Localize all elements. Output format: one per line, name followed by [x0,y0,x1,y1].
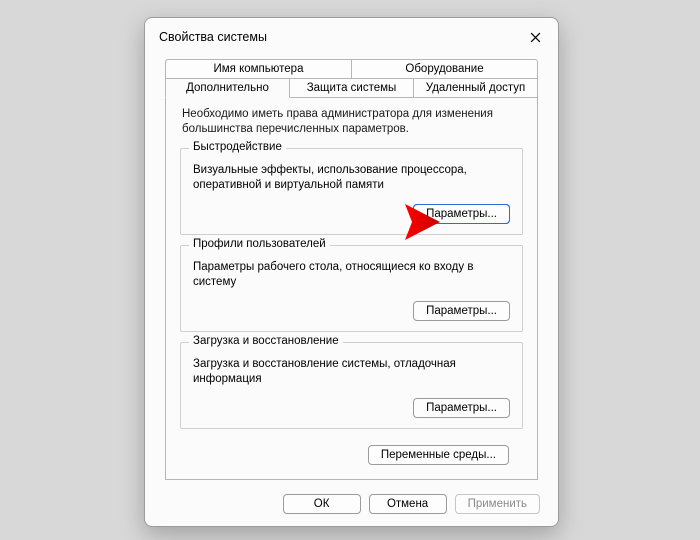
dialog-footer: ОК Отмена Применить [145,484,558,526]
dialog-body: Имя компьютера Оборудование Дополнительн… [145,51,558,484]
performance-settings-button[interactable]: Параметры... [413,204,510,224]
group-performance-desc: Визуальные эффекты, использование процес… [193,163,510,194]
cancel-button[interactable]: Отмена [369,494,447,514]
group-startup-title: Загрузка и восстановление [189,335,343,347]
close-icon [530,32,541,43]
group-startup-desc: Загрузка и восстановление системы, отлад… [193,357,510,388]
environment-variables-button[interactable]: Переменные среды... [368,445,509,465]
group-performance-title: Быстродействие [189,141,286,153]
tab-remote[interactable]: Удаленный доступ [414,78,538,98]
system-properties-dialog: Свойства системы Имя компьютера Оборудов… [144,17,559,527]
window-title: Свойства системы [159,30,267,44]
group-startup: Загрузка и восстановление Загрузка и вос… [180,342,523,429]
ok-button[interactable]: ОК [283,494,361,514]
group-profiles: Профили пользователей Параметры рабочего… [180,245,523,332]
apply-button[interactable]: Применить [455,494,540,514]
tab-advanced[interactable]: Дополнительно [165,78,290,98]
group-profiles-desc: Параметры рабочего стола, относящиеся ко… [193,260,510,291]
titlebar: Свойства системы [145,18,558,51]
tab-hardware[interactable]: Оборудование [352,59,538,79]
tab-panel-advanced: Необходимо иметь права администратора дл… [165,97,538,480]
startup-settings-button[interactable]: Параметры... [413,398,510,418]
admin-info-text: Необходимо иметь права администратора дл… [180,107,523,138]
tab-protection[interactable]: Защита системы [290,78,414,98]
tab-computer-name[interactable]: Имя компьютера [165,59,352,79]
profiles-settings-button[interactable]: Параметры... [413,301,510,321]
close-button[interactable] [522,26,548,48]
group-performance: Быстродействие Визуальные эффекты, испол… [180,148,523,235]
group-profiles-title: Профили пользователей [189,238,330,250]
tab-strip: Имя компьютера Оборудование Дополнительн… [165,59,538,98]
